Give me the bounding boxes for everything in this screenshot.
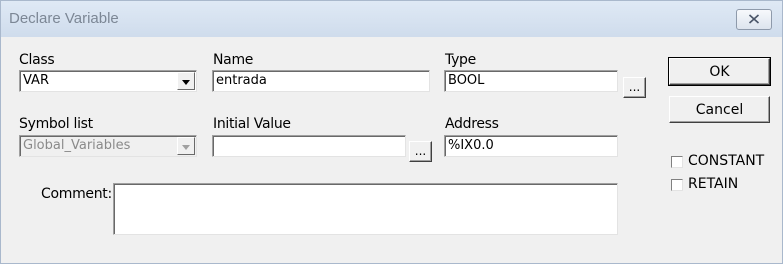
- name-label: Name: [213, 52, 254, 68]
- type-field[interactable]: BOOL: [444, 70, 618, 92]
- dialog-body: Class Name Type VAR entrada BOOL ... OK …: [1, 37, 782, 263]
- type-field-value: BOOL: [448, 73, 485, 88]
- constant-label: CONSTANT: [688, 153, 765, 169]
- chevron-down-icon: [182, 139, 190, 154]
- ok-button[interactable]: OK: [668, 57, 771, 86]
- chevron-down-icon: [182, 74, 190, 89]
- retain-label: RETAIN: [688, 176, 739, 192]
- address-label: Address: [445, 116, 499, 132]
- name-field[interactable]: entrada: [212, 70, 430, 92]
- comment-label: Comment:: [41, 186, 112, 202]
- initial-value-field[interactable]: [212, 135, 406, 157]
- symbol-list-value: Global_Variables: [23, 138, 131, 153]
- declare-variable-dialog: Declare Variable Class Name Type VAR ent…: [0, 0, 783, 264]
- type-label: Type: [445, 52, 476, 68]
- type-browse-button[interactable]: ...: [623, 77, 646, 98]
- comment-field[interactable]: [113, 183, 618, 235]
- close-icon: [748, 11, 760, 29]
- initial-value-label: Initial Value: [213, 116, 291, 132]
- initial-value-browse-button[interactable]: ...: [409, 141, 432, 162]
- symbol-list-select: Global_Variables: [19, 135, 197, 157]
- retain-checkbox[interactable]: [671, 179, 683, 191]
- constant-checkbox[interactable]: [671, 156, 683, 168]
- class-select-value: VAR: [23, 73, 49, 88]
- cancel-button[interactable]: Cancel: [669, 96, 770, 123]
- window-title: Declare Variable: [9, 10, 119, 27]
- class-label: Class: [19, 52, 55, 68]
- name-field-value: entrada: [216, 73, 267, 88]
- class-dropdown-button[interactable]: [177, 72, 195, 90]
- close-button[interactable]: [736, 9, 772, 30]
- title-bar: Declare Variable: [1, 1, 782, 37]
- address-field[interactable]: %IX0.0: [444, 135, 618, 157]
- symbol-list-label: Symbol list: [19, 116, 93, 132]
- class-select[interactable]: VAR: [19, 70, 197, 92]
- symbol-list-dropdown-button: [177, 137, 195, 155]
- address-field-value: %IX0.0: [448, 138, 494, 153]
